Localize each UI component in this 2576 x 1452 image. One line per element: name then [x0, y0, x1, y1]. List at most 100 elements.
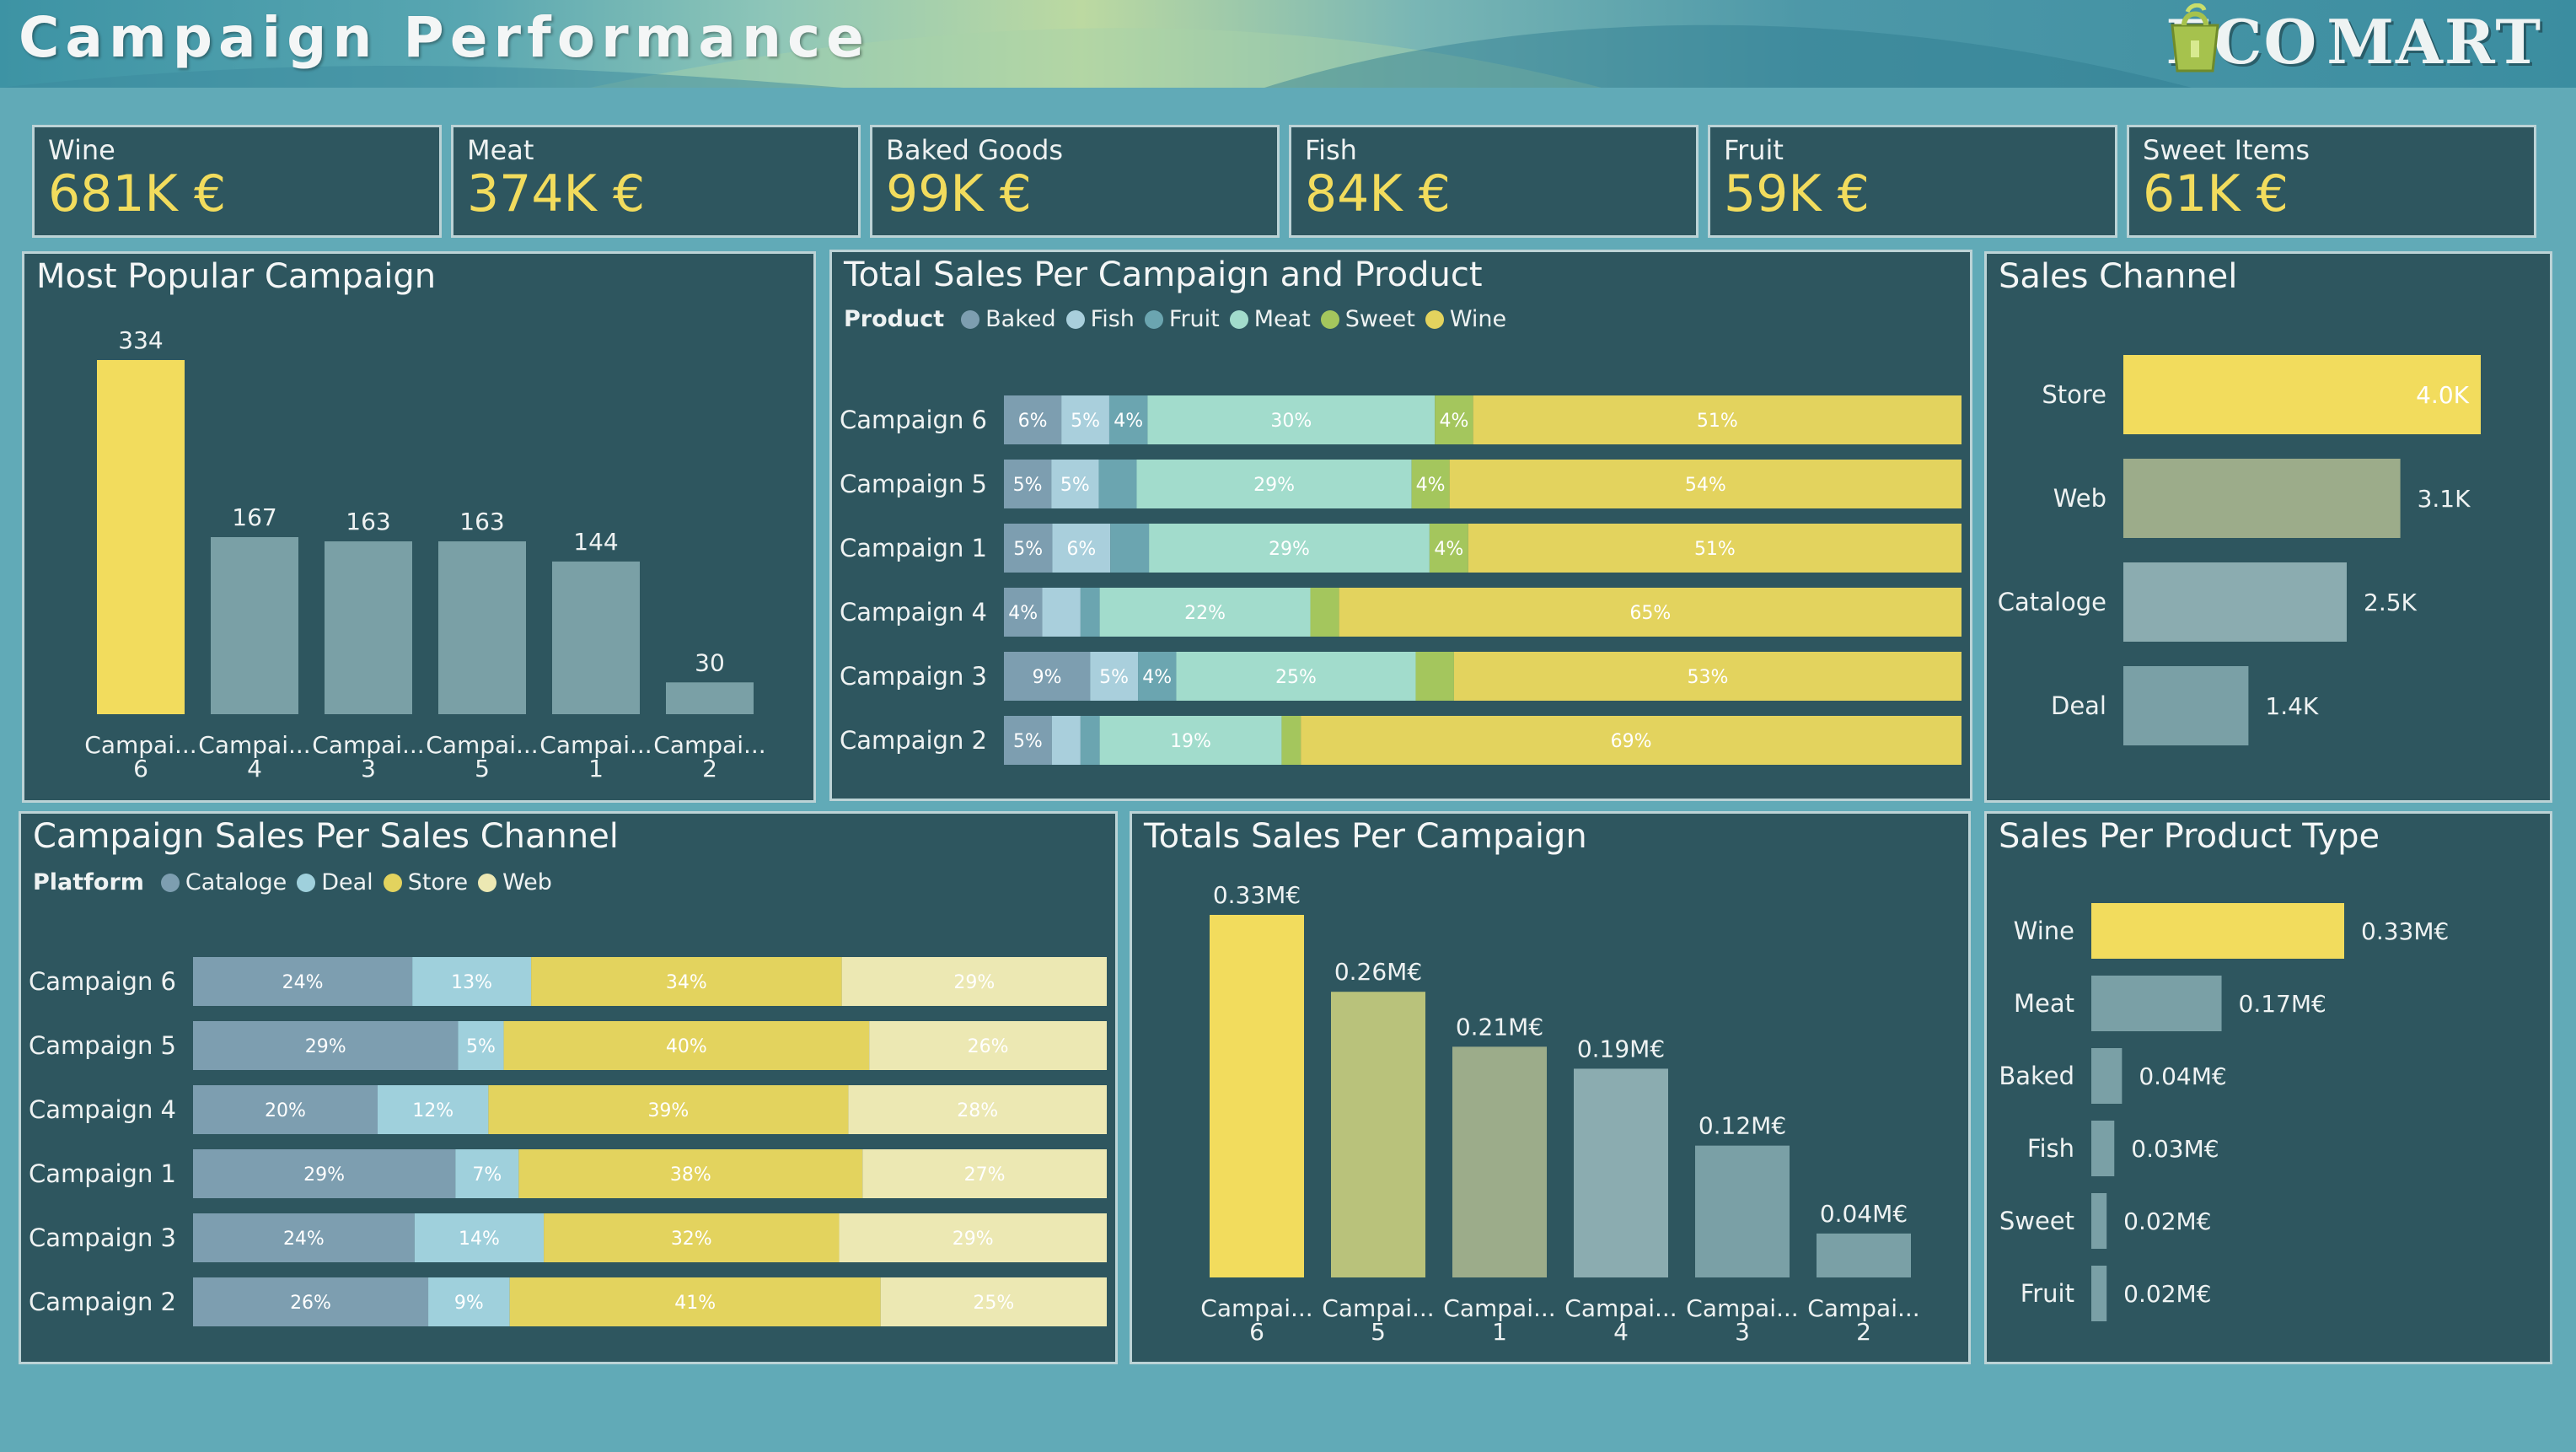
- tick-label: Fish: [2027, 1134, 2074, 1163]
- data-label: 41%: [674, 1293, 716, 1314]
- tick-label: 5: [475, 755, 490, 782]
- tick-label: 2: [702, 755, 717, 782]
- data-label: 6%: [1066, 539, 1096, 560]
- kpi-card-meat: Meat 374K €: [451, 125, 861, 238]
- data-label: 29%: [305, 1036, 346, 1057]
- bar-campai-1: [552, 561, 640, 714]
- bar-web: [2123, 459, 2401, 538]
- panel-sales-per-channel: Campaign Sales Per Sales Channel Platfor…: [19, 811, 1118, 1364]
- tick-label: 5: [1371, 1318, 1386, 1346]
- kpi-value: 59K €: [1724, 164, 1870, 223]
- data-label: 5%: [1013, 731, 1043, 752]
- panel-sales-channel: Sales Channel Store 4.0K Web 3.1K Cataloge 2.…: [1984, 251, 2552, 803]
- data-label: 163: [346, 508, 390, 535]
- bar-campai-2: [666, 682, 754, 714]
- tick-label: Cataloge: [1998, 588, 2106, 616]
- tick-label: Store: [2042, 380, 2106, 409]
- kpi-value: 99K €: [886, 164, 1032, 223]
- kpi-value: 374K €: [467, 164, 646, 223]
- data-label: 28%: [957, 1100, 998, 1121]
- segment-fruit: [1080, 716, 1100, 765]
- data-label: 0.19M€: [1577, 1035, 1665, 1062]
- data-label: 0.02M€: [2123, 1207, 2211, 1235]
- tick-label: Campaign 2: [840, 726, 987, 755]
- tick-label: Campaign 5: [29, 1031, 176, 1060]
- kpi-label: Meat: [467, 134, 534, 166]
- data-label: 14%: [459, 1229, 500, 1250]
- kpi-label: Sweet Items: [2143, 134, 2310, 166]
- kpi-card-wine: Wine 681K €: [32, 125, 442, 238]
- data-label: 20%: [265, 1100, 306, 1121]
- data-label: 51%: [1697, 411, 1738, 432]
- tick-label: 1: [1492, 1318, 1507, 1346]
- kpi-value: 61K €: [2143, 164, 2289, 223]
- tick-label: Campaign 2: [29, 1288, 176, 1316]
- segment-sweet: [1281, 716, 1301, 765]
- tick-label: Campaign 1: [29, 1159, 176, 1188]
- tick-label: 3: [1735, 1318, 1750, 1346]
- data-label: 5%: [1013, 539, 1043, 560]
- tick-label: Campaign 5: [840, 470, 987, 498]
- data-label: 4%: [1416, 475, 1446, 496]
- bar-campai-6: [97, 360, 185, 714]
- bar-campai-1: [1452, 1046, 1547, 1277]
- data-label: 0.33M€: [2361, 917, 2449, 945]
- data-label: 51%: [1694, 539, 1736, 560]
- kpi-card-fish: Fish 84K €: [1289, 125, 1699, 238]
- data-label: 2.5K: [2364, 589, 2418, 616]
- data-label: 25%: [973, 1293, 1014, 1314]
- bar-deal: [2123, 666, 2249, 745]
- bar-sweet: [2091, 1193, 2107, 1249]
- page-title: Campaign Performance: [19, 5, 870, 70]
- chart-most-popular-campaign: 334Campai...6167Campai...4163Campai...31…: [84, 326, 765, 782]
- data-label: 40%: [666, 1036, 707, 1057]
- tick-label: Fruit: [2021, 1279, 2074, 1308]
- data-label: 0.21M€: [1456, 1013, 1543, 1041]
- data-label: 27%: [964, 1164, 1006, 1186]
- kpi-value: 681K €: [48, 164, 227, 223]
- tick-label: Campaign 3: [840, 662, 987, 691]
- shopping-bag-icon: [2171, 3, 2220, 73]
- kpi-card-baked-goods: Baked Goods 99K €: [870, 125, 1280, 238]
- data-label: 163: [459, 508, 504, 535]
- bar-campai-4: [211, 537, 298, 714]
- data-label: 39%: [647, 1100, 689, 1121]
- bar-campai-3: [1695, 1145, 1790, 1277]
- data-label: 9%: [454, 1293, 484, 1314]
- segment-fruit: [1110, 524, 1150, 573]
- data-label: 5%: [1060, 475, 1090, 496]
- tick-label: Campaign 4: [840, 598, 987, 627]
- data-label: 34%: [666, 972, 707, 993]
- kpi-label: Wine: [48, 134, 115, 166]
- data-label: 4.0K: [2416, 381, 2470, 409]
- data-label: 5%: [1099, 667, 1129, 688]
- chart-totals-sales-per-campaign: 0.33M€Campai...60.26M€Campai...50.21M€Ca…: [1200, 881, 1919, 1346]
- data-label: 4%: [1439, 411, 1468, 432]
- bar-campai-2: [1817, 1233, 1911, 1277]
- data-label: 4%: [1008, 603, 1038, 624]
- bar-meat: [2091, 976, 2222, 1031]
- segment-fruit: [1098, 460, 1137, 508]
- data-label: 1.4K: [2265, 692, 2319, 720]
- tick-label: Wine: [2014, 917, 2074, 945]
- tick-label: 4: [1613, 1318, 1629, 1346]
- bar-fruit: [2091, 1266, 2107, 1321]
- tick-label: 6: [133, 755, 148, 782]
- data-label: 5%: [1071, 411, 1100, 432]
- tick-label: 4: [247, 755, 262, 782]
- data-label: 7%: [472, 1164, 502, 1186]
- chart-sales-per-channel: Campaign 6 24% 13% 34% 29% Campaign 5 29% 5% 40%…: [29, 957, 1107, 1326]
- data-label: 9%: [1033, 667, 1062, 688]
- bar-fish: [2091, 1121, 2115, 1176]
- header-banner: Campaign Performance ECO MART: [0, 0, 2576, 88]
- data-label: 38%: [670, 1164, 711, 1186]
- kpi-label: Baked Goods: [886, 134, 1064, 166]
- tick-label: Web: [2053, 484, 2106, 513]
- data-label: 29%: [1253, 475, 1295, 496]
- chart-sales-channel: Store 4.0K Web 3.1K Cataloge 2.5K Deal 1.4K: [1998, 355, 2481, 745]
- data-label: 65%: [1629, 603, 1671, 624]
- data-label: 4%: [1142, 667, 1172, 688]
- data-label: 22%: [1184, 603, 1226, 624]
- data-label: 334: [118, 326, 163, 354]
- dashboard: Campaign Performance ECO MART Wine 681K …: [0, 0, 2576, 1452]
